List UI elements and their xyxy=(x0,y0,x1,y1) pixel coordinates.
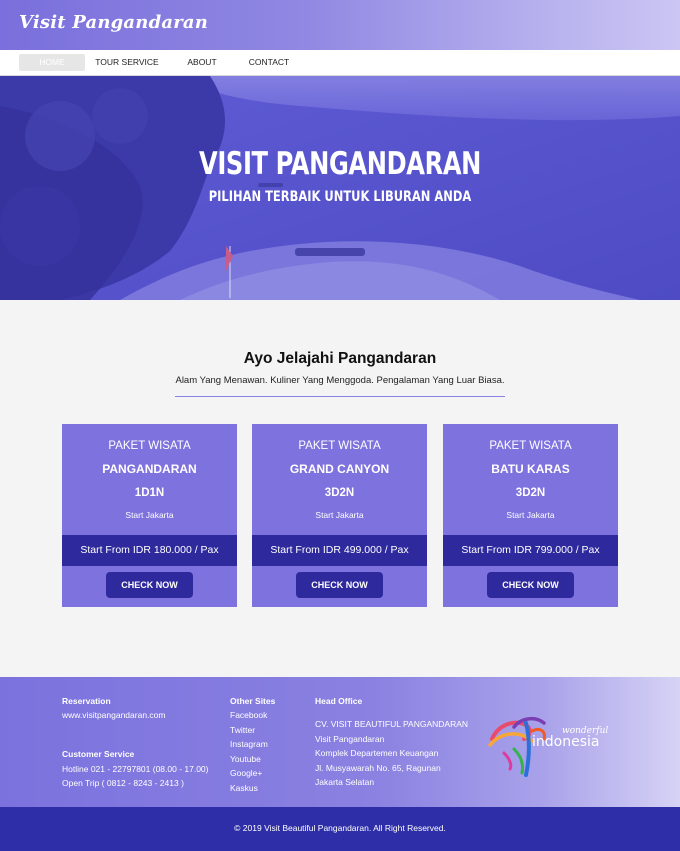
package-card-pangandaran: PAKET WISATA PANGANDARAN 1D1N Start Jaka… xyxy=(62,424,237,607)
copyright-bar: © 2019 Visit Beautiful Pangandaran. All … xyxy=(0,807,680,851)
section-subtitle: Alam Yang Menawan. Kuliner Yang Menggoda… xyxy=(175,375,505,386)
package-name: GRAND CANYON xyxy=(289,462,390,476)
twitter-link[interactable]: Twitter xyxy=(230,723,268,738)
nav-item-home[interactable]: HOME xyxy=(19,54,85,71)
youtube-link[interactable]: Youtube xyxy=(230,752,268,767)
package-price: Start From IDR 499.000 / Pax xyxy=(252,535,427,566)
head-office-line-4: Jl. Musyawarah No. 65, Ragunan xyxy=(315,763,441,773)
open-trip-text: Open Trip ( 0812 - 8243 - 2413 ) xyxy=(62,778,184,788)
kaskus-link[interactable]: Kaskus xyxy=(230,781,268,796)
package-start: Start Jakarta xyxy=(315,510,364,520)
package-name: PANGANDARAN xyxy=(102,462,197,476)
package-card-grand-canyon: PAKET WISATA GRAND CANYON 3D2N Start Jak… xyxy=(252,424,427,607)
head-office-line-2: Visit Pangandaran xyxy=(315,734,385,744)
logo-indonesia-text: indonesia xyxy=(532,734,599,750)
package-start: Start Jakarta xyxy=(506,510,555,520)
reservation-site-link[interactable]: www.visitpangandaran.com xyxy=(62,708,165,723)
package-label: PAKET WISATA xyxy=(489,440,572,452)
package-duration: 1D1N xyxy=(134,487,165,499)
instagram-link[interactable]: Instagram xyxy=(230,737,268,752)
package-price: Start From IDR 799.000 / Pax xyxy=(443,535,618,566)
section-title: Ayo Jelajahi Pangandaran xyxy=(243,350,437,367)
hero-title: VISIT PANGANDARAN xyxy=(198,146,482,182)
package-name: BATU KARAS xyxy=(491,462,570,476)
package-start: Start Jakarta xyxy=(125,510,174,520)
main-nav: HOME TOUR SERVICE ABOUT CONTACT xyxy=(0,50,680,76)
nav-item-contact[interactable]: CONTACT xyxy=(243,54,295,71)
head-office-line-1: CV. VISIT BEAUTIFUL PANGANDARAN xyxy=(315,719,469,729)
head-office-line-3: Komplek Departemen Keuangan xyxy=(315,748,439,758)
beach-background-image xyxy=(0,76,680,300)
package-duration: 3D2N xyxy=(515,487,546,499)
check-now-button[interactable]: CHECK NOW xyxy=(296,572,383,598)
other-sites-heading: Other Sites xyxy=(230,696,276,706)
check-now-button[interactable]: CHECK NOW xyxy=(106,572,193,598)
package-label: PAKET WISATA xyxy=(298,440,381,452)
section-divider xyxy=(175,396,505,397)
hotline-text: Hotline 021 - 22797801 (08.00 - 17.00) xyxy=(62,764,209,774)
package-duration: 3D2N xyxy=(324,487,355,499)
package-card-batu-karas: PAKET WISATA BATU KARAS 3D2N Start Jakar… xyxy=(443,424,618,607)
copyright-text: © 2019 Visit Beautiful Pangandaran. All … xyxy=(234,823,446,833)
hero-subtitle: PILIHAN TERBAIK UNTUK LIBURAN ANDA xyxy=(208,189,472,205)
check-now-button[interactable]: CHECK NOW xyxy=(487,572,574,598)
reservation-heading: Reservation xyxy=(62,696,111,706)
site-header: Visit Pangandaran xyxy=(0,0,680,50)
wonderful-indonesia-logo: wonderful indonesia xyxy=(488,716,608,777)
package-label: PAKET WISATA xyxy=(108,440,191,452)
other-sites-list: Facebook Twitter Instagram Youtube Googl… xyxy=(230,708,268,795)
google-plus-link[interactable]: Google+ xyxy=(230,766,268,781)
package-price: Start From IDR 180.000 / Pax xyxy=(62,535,237,566)
customer-service-heading: Customer Service xyxy=(62,749,135,759)
facebook-link[interactable]: Facebook xyxy=(230,708,268,723)
head-office-heading: Head Office xyxy=(315,696,363,706)
site-footer: Reservation www.visitpangandaran.com Cus… xyxy=(0,677,680,807)
hero-banner: VISIT PANGANDARAN PILIHAN TERBAIK UNTUK … xyxy=(0,76,680,300)
head-office-line-5: Jakarta Selatan xyxy=(315,777,375,787)
site-logo[interactable]: Visit Pangandaran xyxy=(19,12,208,33)
nav-item-about[interactable]: ABOUT xyxy=(180,54,224,71)
nav-item-tour-service[interactable]: TOUR SERVICE xyxy=(92,54,162,71)
